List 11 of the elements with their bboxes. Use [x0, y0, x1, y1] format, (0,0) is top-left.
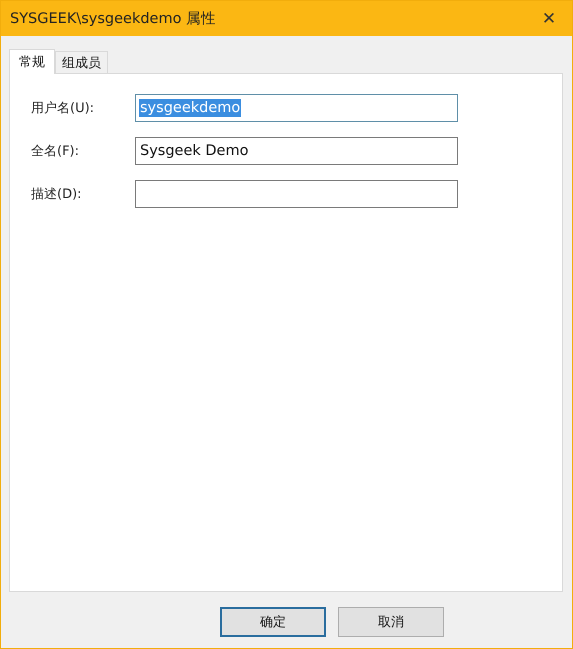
field-label: 全名(F):	[31, 143, 80, 160]
input-field[interactable]: Sysgeek Demo	[135, 137, 458, 165]
field-label: 用户名(U):	[31, 100, 96, 117]
close-button[interactable]: ✕	[526, 1, 572, 36]
tab[interactable]: 常规	[9, 49, 55, 74]
input-field[interactable]	[135, 180, 458, 208]
dialog-button[interactable]: 确定	[220, 607, 326, 637]
dialog-button[interactable]: 取消	[338, 607, 444, 637]
field-label: 描述(D):	[31, 186, 83, 203]
tab[interactable]: 组成员	[55, 51, 108, 73]
window-title: SYSGEEK\sysgeekdemo 属性	[10, 10, 216, 28]
